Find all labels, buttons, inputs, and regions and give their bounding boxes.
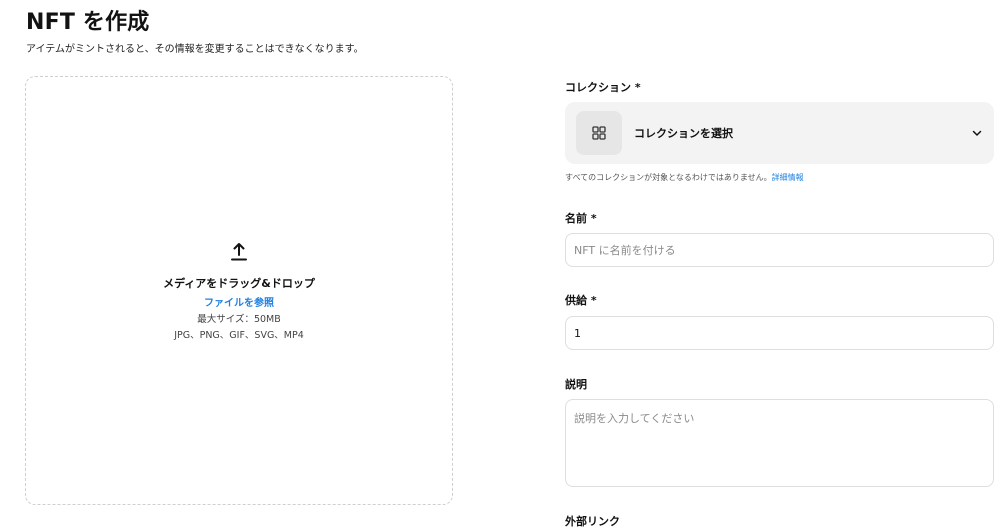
supply-input[interactable] bbox=[565, 316, 994, 350]
grid-icon bbox=[592, 126, 606, 140]
name-input[interactable] bbox=[565, 233, 994, 267]
media-dropzone[interactable]: メディアをドラッグ&ドロップ ファイルを参照 最大サイズ：50MB JPG、PN… bbox=[25, 76, 453, 505]
collection-helper: すべてのコレクションが対象となるわけではありません。詳細情報 bbox=[565, 172, 804, 183]
collection-thumbnail bbox=[576, 111, 622, 155]
dropzone-title: メディアをドラッグ&ドロップ bbox=[163, 277, 315, 290]
description-label: 説明 bbox=[565, 378, 587, 391]
chevron-down-icon bbox=[972, 130, 982, 136]
collection-select[interactable]: コレクションを選択 bbox=[565, 102, 994, 164]
collection-helper-text: すべてのコレクションが対象となるわけではありません。 bbox=[565, 173, 772, 182]
external-link-label: 外部リンク bbox=[565, 515, 620, 528]
learn-more-link[interactable]: 詳細情報 bbox=[772, 173, 804, 182]
collection-select-text: コレクションを選択 bbox=[634, 127, 733, 140]
upload-icon bbox=[231, 243, 247, 261]
page-subtitle: アイテムがミントされると、その情報を変更することはできなくなります。 bbox=[26, 44, 364, 55]
dropzone-content: メディアをドラッグ&ドロップ ファイルを参照 最大サイズ：50MB JPG、PN… bbox=[26, 241, 452, 341]
supply-label: 供給 * bbox=[565, 294, 597, 307]
description-textarea[interactable] bbox=[565, 399, 994, 487]
max-size-text: 最大サイズ：50MB bbox=[197, 314, 281, 325]
name-label: 名前 * bbox=[565, 212, 597, 225]
collection-label: コレクション * bbox=[565, 81, 641, 94]
supported-formats-text: JPG、PNG、GIF、SVG、MP4 bbox=[174, 330, 304, 341]
page-title: NFT を作成 bbox=[26, 10, 150, 35]
browse-files-link[interactable]: ファイルを参照 bbox=[26, 294, 452, 309]
